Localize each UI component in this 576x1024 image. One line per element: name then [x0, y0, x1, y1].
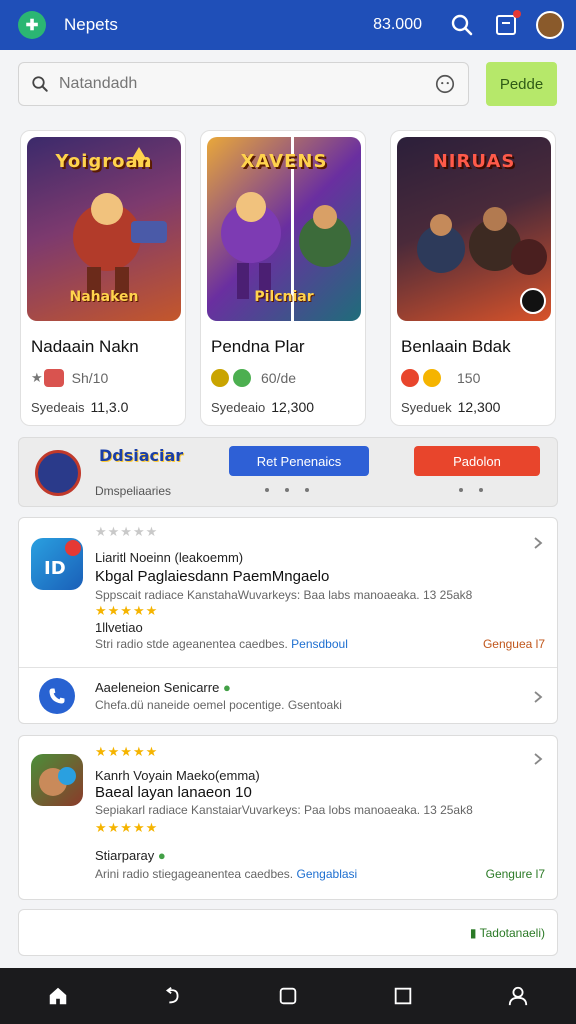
featured-game-card[interactable]: XAVENS Pilcniar Pendna Plar 60/de Syedea… [200, 130, 366, 426]
game-art-caption: Pilcniar [254, 289, 314, 305]
game-artwork: Yoigroan Nahaken [27, 137, 181, 321]
featured-game-card[interactable]: Yoigroan Nahaken Nadaain Nakn ★ Sh/10 Sy… [20, 130, 186, 426]
game-rating: 60/de [211, 369, 296, 387]
carousel-indicator [459, 488, 483, 492]
search-input[interactable] [59, 75, 434, 93]
game-art-title: Yoigroan [55, 151, 153, 172]
game-art-caption: Nahaken [69, 289, 139, 305]
app-icon[interactable] [31, 754, 83, 806]
list-item-headline: Kbgal Paglaiesdann PaemMngaelo [95, 568, 330, 585]
svg-text:ID: ID [44, 558, 66, 579]
promo-subtitle: Dmspeliaaries [95, 484, 172, 498]
list-item-footer: Stri radio stde ageanentea caedbes. Pens… [95, 637, 348, 651]
search-icon [32, 76, 48, 92]
verified-icon: ● [157, 848, 166, 863]
footer-link[interactable]: ▮ Tadotanaeli) [470, 926, 545, 940]
chevron-right-icon[interactable] [531, 752, 545, 766]
game-artwork: NIRUAS [397, 137, 551, 321]
home-icon[interactable] [45, 983, 71, 1009]
star-rating: ★★★★★ [95, 820, 159, 835]
star-rating: ★★★★★ [95, 603, 159, 618]
avatar[interactable] [536, 11, 564, 39]
game-name: Benlaain Bdak [401, 337, 511, 356]
badge-icon [233, 369, 251, 387]
app-logo-icon[interactable]: ✚ [18, 11, 46, 39]
divider [19, 667, 557, 668]
app-list-card: ID ★★★★★ Liaritl Noeinn (leakoemm) Kbgal… [18, 517, 558, 724]
carousel-indicator [265, 488, 309, 492]
battery-icon: ▮ [469, 926, 477, 940]
promo-banner: Ddsiaciar Dmspeliaaries Ret Penenaics Pa… [18, 437, 558, 507]
star-rating: ★★★★★ [95, 744, 159, 759]
game-meta: Syedeais 11,3.0 [31, 399, 129, 415]
voice-search-icon[interactable] [434, 73, 456, 95]
list-item-title: Kanrh Voyain Maeko(emma) [95, 768, 260, 783]
list-item-description: Sepiakarl radiace KanstaiarVuvarkeys: Pa… [95, 803, 473, 817]
game-art-title: XAVENS [240, 151, 328, 172]
game-name: Pendna Plar [211, 337, 305, 356]
badge-icon [401, 369, 419, 387]
list-item-headline: Baeal layan lanaeon 10 [95, 784, 252, 801]
list-item-title: Liaritl Noeinn (leakoemm) [95, 550, 244, 565]
promo-secondary-button[interactable]: Padolon [414, 446, 540, 476]
badge-icon [43, 369, 64, 387]
list-item-status: 1llvetiao [95, 620, 143, 635]
star-rating: ★★★★★ [95, 524, 159, 539]
promo-primary-button[interactable]: Ret Penenaics [229, 446, 369, 476]
game-meta: Syedeaio 12,300 [211, 399, 315, 415]
verified-icon: ● [222, 680, 231, 695]
top-app-bar: ✚ Nepets 83.000 [0, 0, 576, 50]
game-artwork: XAVENS Pilcniar [207, 137, 361, 321]
notification-icon[interactable] [494, 10, 521, 37]
search-bar [18, 62, 469, 106]
badge-icon [211, 369, 229, 387]
list-item-status: Stiarparay ● [95, 848, 166, 863]
star-icon: ★ [31, 370, 44, 385]
list-item-footer: Arini radio stiegageanentea caedbes. Gen… [95, 867, 358, 881]
square-icon[interactable] [390, 983, 416, 1009]
bottom-navigation-bar [0, 968, 576, 1024]
search-icon[interactable] [450, 13, 474, 37]
recents-icon[interactable] [275, 983, 301, 1009]
featured-game-card[interactable]: NIRUAS Benlaain Bdak 150 Syeduek 12,300 [390, 130, 556, 426]
list-item-description: Sppscait radiace KanstahaWuvarkeys: Baa … [95, 588, 473, 602]
game-art-title: NIRUAS [432, 151, 516, 172]
promo-logo: Ddsiaciar [99, 446, 184, 465]
search-button[interactable]: Pedde [486, 62, 557, 106]
app-list-card: ★★★★★ Kanrh Voyain Maeko(emma) Baeal lay… [18, 735, 558, 900]
details-link[interactable]: Gengablasi [296, 867, 357, 881]
action-link[interactable]: Genguea l7 [483, 637, 545, 651]
game-name: Nadaain Nakn [31, 337, 139, 356]
contact-description: Chefa.dü naneide oemel pocentige. Gsento… [95, 698, 342, 712]
chevron-right-icon[interactable] [531, 690, 545, 704]
badge-icon [423, 369, 441, 387]
profile-icon[interactable] [505, 983, 531, 1009]
back-icon[interactable] [160, 983, 186, 1009]
chevron-right-icon[interactable] [531, 536, 545, 550]
app-title: Nepets [64, 15, 118, 34]
game-meta: Syeduek 12,300 [401, 399, 501, 415]
promo-app-icon [35, 450, 81, 496]
notification-badge [513, 10, 521, 18]
action-link[interactable]: Gengure l7 [486, 867, 545, 881]
contact-title: Aaeleneion Senicarre ● [95, 680, 231, 695]
balance-counter: 83.000 [373, 16, 422, 33]
game-rating: 150 [401, 369, 480, 387]
app-icon[interactable]: ID [31, 538, 83, 590]
game-rating: ★ Sh/10 [31, 369, 109, 387]
footer-card[interactable]: ▮ Tadotanaeli) [18, 909, 558, 956]
phone-icon[interactable] [39, 678, 75, 714]
details-link[interactable]: Pensdboul [291, 637, 348, 651]
